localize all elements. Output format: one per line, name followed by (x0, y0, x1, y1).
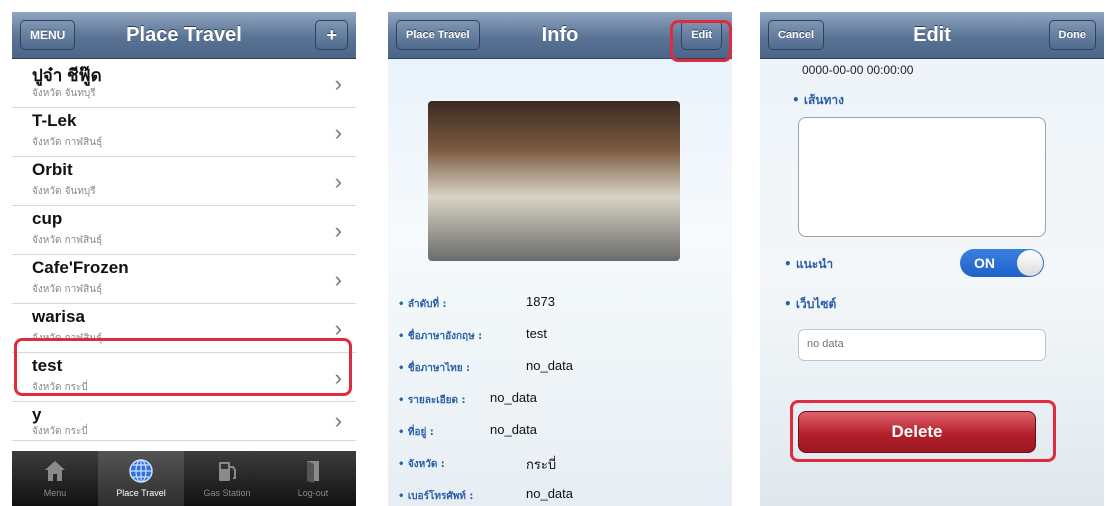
field-label: • จังหวัด : (398, 459, 445, 470)
place-travel-list-screen: Place Travel MENU + ปูจ๋า ชีฟู๊ด จังหวัด… (12, 12, 356, 506)
field-value: no_data (526, 358, 573, 373)
item-name: ปูจ๋า ชีฟู๊ด (32, 66, 102, 85)
toggle-knob (1017, 250, 1043, 276)
list-item[interactable]: Orbit จังหวัด จันทบุรี › (12, 157, 356, 206)
home-icon (45, 461, 65, 481)
tab-label: Menu (43, 488, 67, 498)
field-value: no_data (490, 390, 537, 405)
info-field: • ชื่อภาษาไทย : no_data (398, 358, 573, 376)
field-label: • ชื่อภาษาไทย : (398, 363, 471, 374)
list-item[interactable]: T-Lek จังหวัด กาฬสินธุ์ › (12, 108, 356, 157)
back-button[interactable]: Place Travel (396, 20, 480, 50)
website-label: • เว็บไซต์ (784, 297, 837, 311)
info-field: • จังหวัด : กระบี่ (398, 456, 556, 472)
list-item[interactable]: Cafe'Frozen จังหวัด กาฬสินธุ์ › (12, 255, 356, 304)
place-list: ปูจ๋า ชีฟู๊ด จังหวัด จันทบุรี › T-Lek จั… (12, 59, 356, 449)
field-value: กระบี่ (526, 457, 557, 472)
navigation-bar: Edit Cancel Done (760, 12, 1104, 59)
datetime-value: 0000-00-00 00:00:00 (802, 63, 914, 77)
list-item[interactable]: cup จังหวัด กาฬสินธุ์ › (12, 206, 356, 255)
recommend-label: • แนะนำ (784, 257, 834, 271)
logout-icon (307, 461, 319, 483)
tab-place-travel[interactable]: Place Travel (98, 451, 184, 506)
tab-label: Log-out (297, 488, 329, 498)
tab-label: Place Travel (116, 488, 166, 498)
field-value: no_data (490, 422, 537, 437)
item-province: จังหวัด กาฬสินธุ์ (32, 284, 103, 295)
tab-logout[interactable]: Log-out (270, 451, 356, 506)
info-field: • ลำดับที่ : 1873 (398, 294, 555, 312)
field-label: • ชื่อภาษาอังกฤษ : (398, 331, 483, 342)
item-province: จังหวัด กระบี่ (32, 382, 88, 393)
delete-button[interactable]: Delete (798, 411, 1036, 453)
item-name: T-Lek (32, 111, 77, 130)
website-field (798, 329, 1046, 361)
list-item[interactable]: test จังหวัด กระบี่ › (12, 353, 356, 402)
field-label: • เบอร์โทรศัพท์ : (398, 491, 474, 502)
item-province: จังหวัด จันทบุรี (32, 88, 96, 99)
website-input[interactable] (799, 330, 1045, 358)
list-item[interactable]: y จังหวัด กระบี่ › (12, 402, 356, 441)
menu-button[interactable]: MENU (20, 20, 76, 50)
field-value: test (526, 326, 547, 341)
tab-menu[interactable]: Menu (12, 451, 98, 506)
chevron-right-icon: › (334, 365, 342, 390)
tab-gas-station[interactable]: Gas Station (184, 451, 270, 506)
done-button[interactable]: Done (1048, 20, 1096, 50)
route-textarea[interactable] (798, 117, 1046, 237)
navigation-bar: Info Place Travel Edit (388, 12, 732, 59)
item-name: test (32, 356, 63, 375)
item-province: จังหวัด กาฬสินธุ์ (32, 333, 103, 344)
item-province: จังหวัด กาฬสินธุ์ (32, 235, 103, 246)
add-button[interactable]: + (315, 20, 348, 50)
item-name: y (32, 405, 42, 424)
field-label: • รายละเอียด : (398, 395, 466, 406)
field-label: • ลำดับที่ : (398, 299, 447, 310)
place-photo (428, 101, 680, 261)
tab-label: Gas Station (203, 488, 251, 498)
list-item[interactable]: ปูจ๋า ชีฟู๊ด จังหวัด จันทบุรี › (12, 59, 356, 108)
item-name: Cafe'Frozen (32, 258, 129, 277)
chevron-right-icon: › (334, 71, 342, 96)
recommend-toggle[interactable]: ON (960, 249, 1044, 277)
info-field: • เบอร์โทรศัพท์ : no_data (398, 486, 573, 504)
item-province: จังหวัด กระบี่ (32, 426, 88, 437)
route-label: • เส้นทาง (792, 93, 844, 107)
navigation-bar: Place Travel MENU + (12, 12, 356, 59)
field-label: • ที่อยู่ : (398, 427, 434, 438)
item-province: จังหวัด กาฬสินธุ์ (32, 137, 103, 148)
edit-form: 0000-00-00 00:00:00 • เส้นทาง • แนะนำ ON… (760, 59, 1104, 506)
info-field: • รายละเอียด : no_data (398, 390, 537, 408)
toggle-state: ON (974, 255, 995, 271)
tab-bar: Menu Place Travel Gas Station Log-out (12, 451, 356, 506)
chevron-right-icon: › (334, 218, 342, 243)
info-screen: Info Place Travel Edit • ลำดับที่ :1873 … (388, 12, 732, 506)
gas-pump-icon (219, 462, 236, 481)
globe-icon (129, 459, 153, 483)
item-name: warisa (32, 307, 85, 326)
edit-screen: Edit Cancel Done 0000-00-00 00:00:00 • เ… (760, 12, 1104, 506)
item-name: cup (32, 209, 63, 228)
list-item[interactable]: warisa จังหวัด กาฬสินธุ์ › (12, 304, 356, 353)
chevron-right-icon: › (334, 169, 342, 194)
info-content: • ลำดับที่ :1873 • ชื่อภาษาอังกฤษ : test … (388, 59, 732, 506)
edit-button[interactable]: Edit (681, 20, 722, 50)
field-value: 1873 (526, 294, 555, 309)
chevron-right-icon: › (334, 120, 342, 145)
item-name: Orbit (32, 160, 73, 179)
info-field: • ชื่อภาษาอังกฤษ : test (398, 326, 547, 344)
cancel-button[interactable]: Cancel (768, 20, 825, 50)
field-value: no_data (526, 486, 573, 501)
chevron-right-icon: › (334, 267, 342, 292)
item-province: จังหวัด จันทบุรี (32, 186, 96, 197)
chevron-right-icon: › (334, 408, 342, 433)
chevron-right-icon: › (334, 316, 342, 341)
info-field: • ที่อยู่ : no_data (398, 422, 537, 440)
